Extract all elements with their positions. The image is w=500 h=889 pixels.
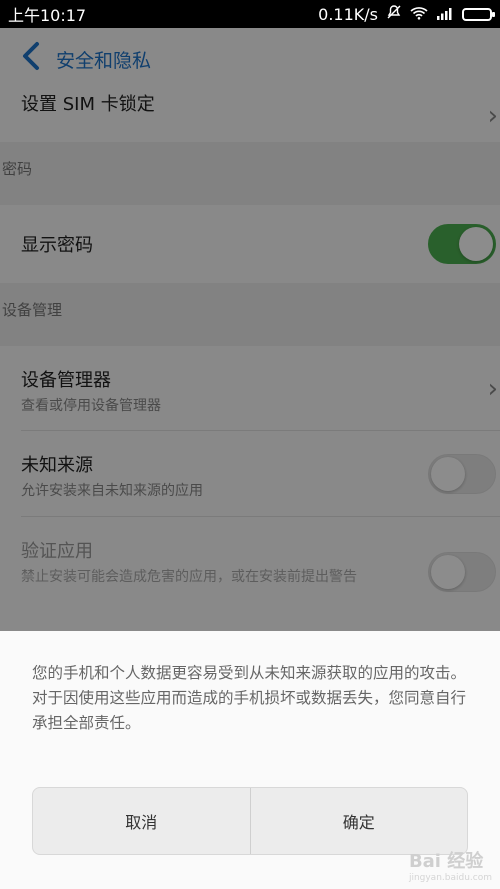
battery-icon (462, 7, 495, 21)
wifi-icon (410, 5, 428, 24)
unknown-sources-warning-dialog: 您的手机和个人数据更容易受到从未知来源获取的应用的攻击。对于因使用这些应用而造成… (0, 631, 500, 889)
cancel-button[interactable]: 取消 (33, 788, 250, 854)
watermark-text: Bai 经验 (408, 851, 484, 872)
watermark-logo: Bai 经验 jingyan.baidu.com (409, 847, 492, 883)
confirm-button[interactable]: 确定 (249, 788, 468, 854)
network-speed: 0.11K/s (318, 4, 378, 24)
status-bar: 上午10:17 0.11K/s (0, 0, 500, 28)
mute-icon (386, 4, 402, 24)
watermark-sub: jingyan.baidu.com (408, 873, 492, 883)
dialog-button-bar: 取消 确定 (32, 787, 468, 855)
signal-icon (436, 5, 454, 24)
status-time: 上午10:17 (8, 6, 87, 25)
dialog-message: 您的手机和个人数据更容易受到从未知来源获取的应用的攻击。对于因使用这些应用而造成… (32, 664, 467, 732)
